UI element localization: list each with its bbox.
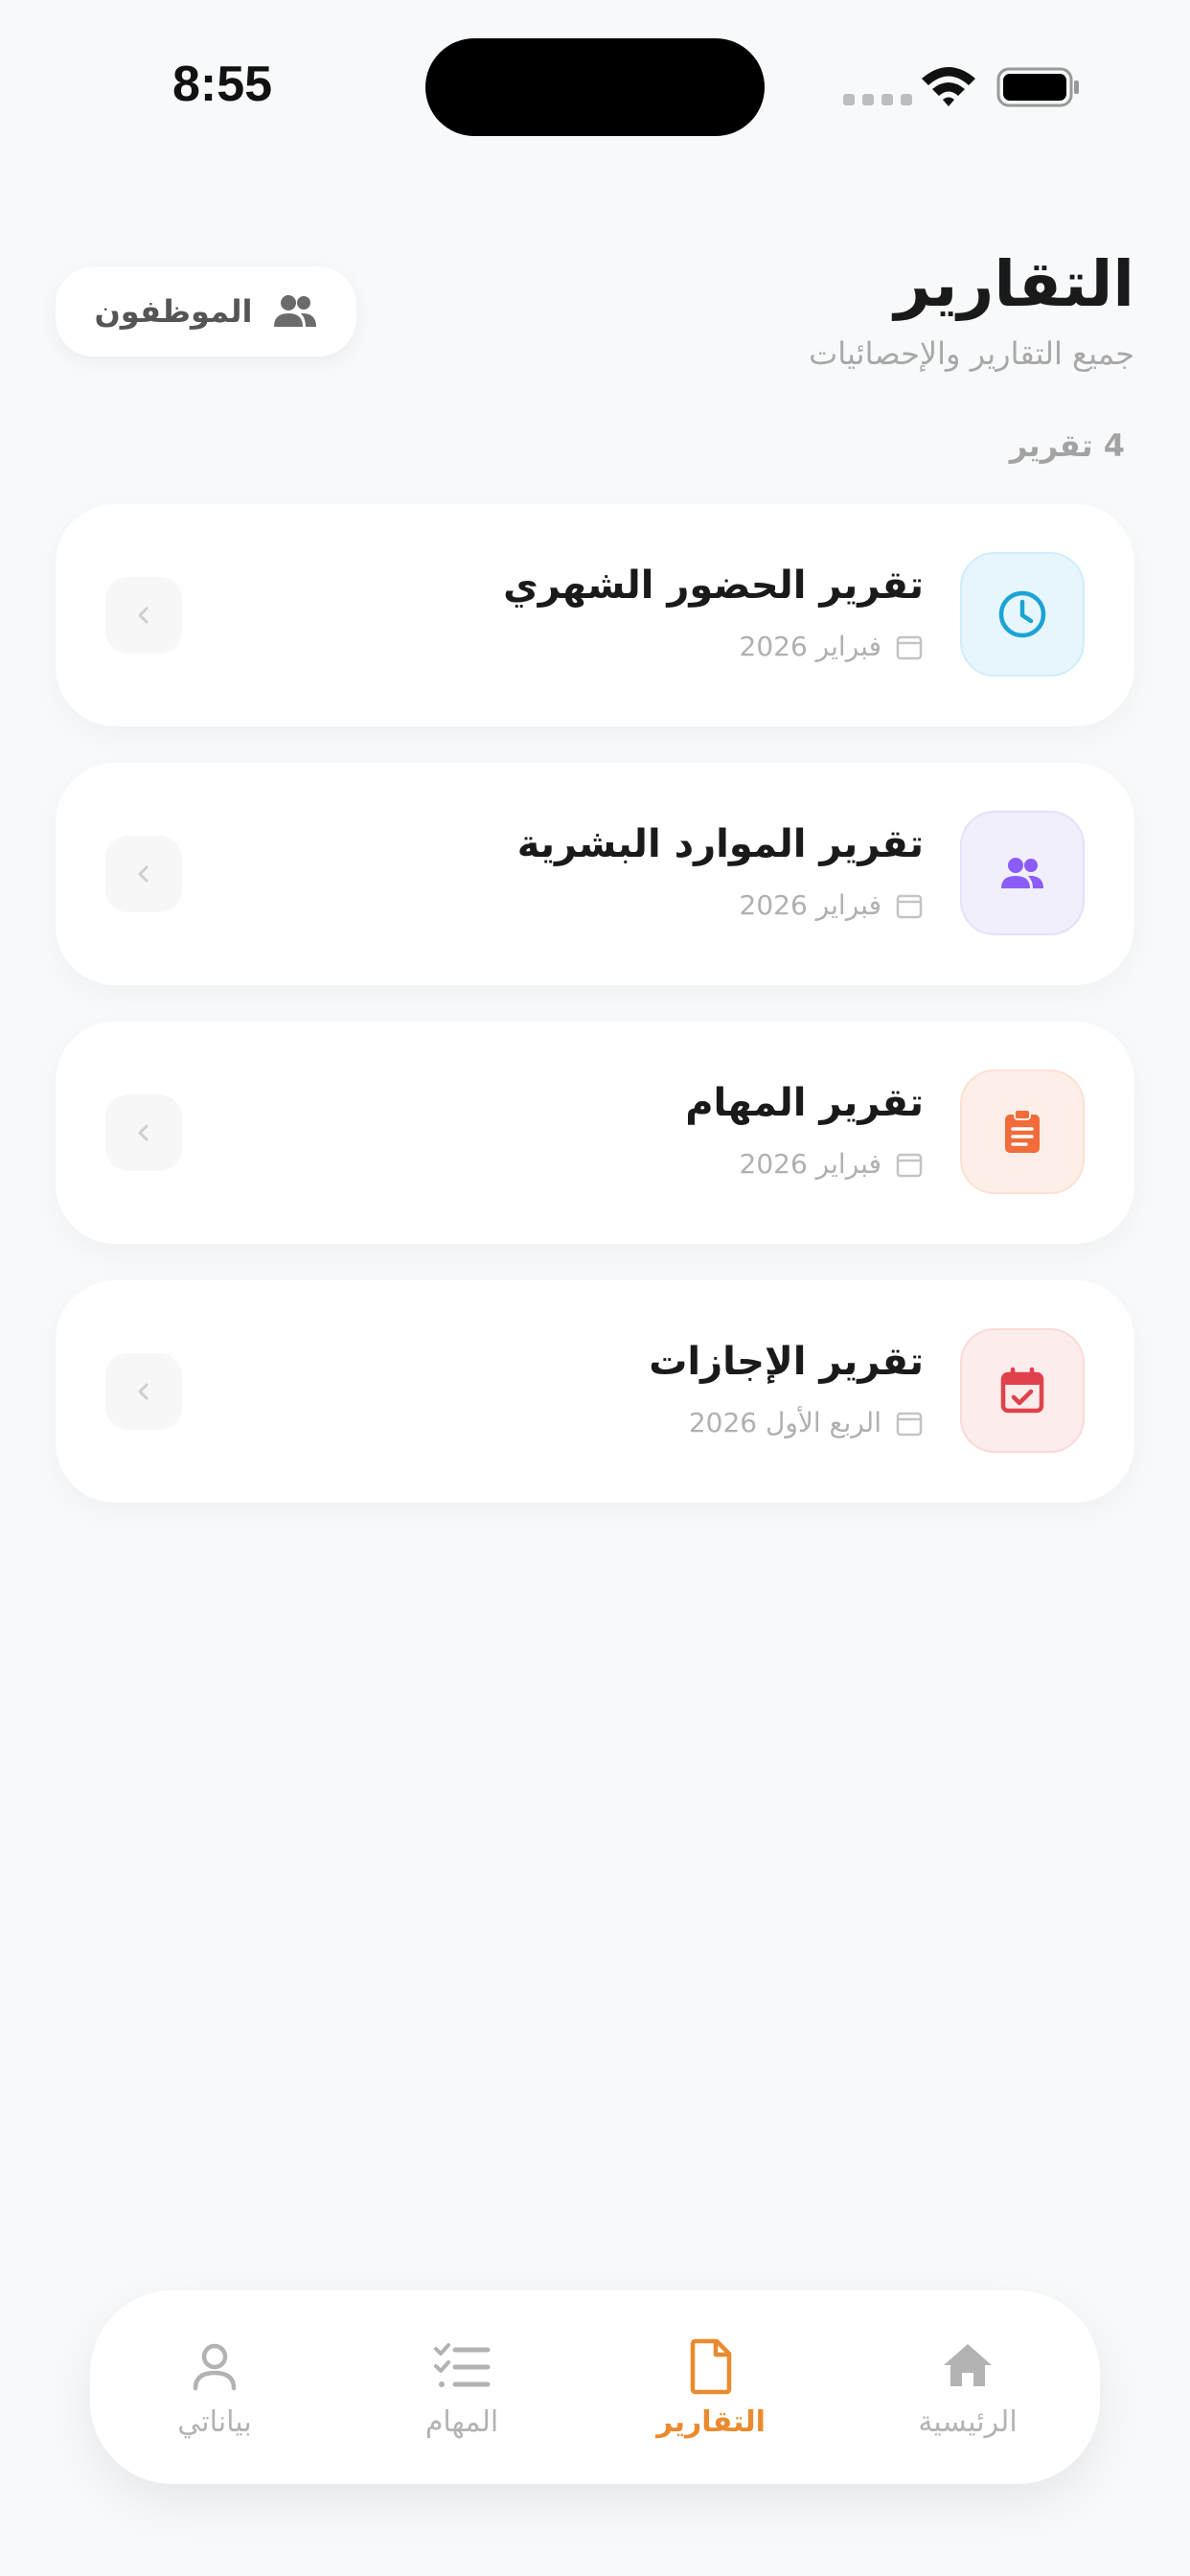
report-card-hr[interactable]: تقرير الموارد البشرية فبراير 2026 — [56, 763, 1134, 985]
open-report-button[interactable] — [105, 836, 182, 912]
calendar-icon — [896, 635, 923, 659]
chevron-left-icon — [138, 1124, 149, 1141]
wifi-icon — [922, 67, 975, 106]
open-report-button[interactable] — [105, 577, 182, 654]
document-icon — [690, 2338, 732, 2395]
open-report-button[interactable] — [105, 1094, 182, 1171]
tab-label: الرئيسية — [918, 2405, 1018, 2439]
report-title: تقرير الموارد البشرية — [516, 822, 924, 866]
tab-label: المهام — [424, 2405, 499, 2439]
report-icon-box — [960, 552, 1085, 677]
chevron-left-icon — [138, 607, 149, 624]
users-icon — [1001, 858, 1043, 888]
report-date-row: فبراير 2026 — [740, 1148, 924, 1180]
calendar-icon — [896, 1412, 923, 1436]
tab-tasks[interactable]: المهام — [366, 2336, 558, 2451]
home-icon — [944, 2344, 992, 2386]
user-icon — [193, 2343, 237, 2391]
report-date: الربع الأول 2026 — [688, 1407, 881, 1438]
status-time: 8:55 — [172, 57, 273, 112]
calendar-icon — [896, 894, 923, 918]
page-title: التقارير — [894, 247, 1134, 321]
bottom-tab-bar: الرئيسية التقارير المهام بياناتي — [90, 2290, 1100, 2484]
reports-count: 4 تقرير — [1009, 427, 1125, 464]
report-card-attendance[interactable]: تقرير الحضور الشهري فبراير 2026 — [56, 504, 1134, 726]
report-icon-box — [960, 1070, 1085, 1194]
report-date: فبراير 2026 — [739, 889, 881, 921]
page-subtitle: جميع التقارير والإحصائيات — [809, 335, 1134, 372]
tab-home[interactable]: الرئيسية — [872, 2336, 1064, 2451]
report-title: تقرير الحضور الشهري — [503, 564, 924, 608]
report-title: تقرير المهام — [685, 1081, 924, 1125]
report-icon-box — [960, 1328, 1085, 1453]
calendar-icon — [896, 1153, 923, 1177]
report-date: فبراير 2026 — [739, 1148, 881, 1180]
report-date-row: فبراير 2026 — [740, 631, 924, 662]
employees-button-label: الموظفون — [94, 293, 253, 330]
dynamic-island — [425, 38, 765, 136]
clipboard-icon — [1005, 1109, 1040, 1153]
tab-label: بياناتي — [177, 2405, 252, 2439]
battery-icon — [996, 67, 1079, 107]
employees-button[interactable]: الموظفون — [56, 266, 356, 356]
tab-label: التقارير — [656, 2405, 766, 2439]
tab-my-profile[interactable]: بياناتي — [119, 2336, 310, 2451]
report-date-row: الربع الأول 2026 — [689, 1407, 924, 1438]
report-title: تقرير الإجازات — [649, 1340, 924, 1384]
checklist-icon — [434, 2343, 491, 2387]
tab-reports[interactable]: التقارير — [615, 2336, 807, 2451]
open-report-button[interactable] — [105, 1353, 182, 1430]
cellular-signal-icon — [843, 94, 912, 105]
report-icon-box — [960, 811, 1085, 935]
report-card-leaves[interactable]: تقرير الإجازات الربع الأول 2026 — [56, 1280, 1134, 1503]
report-date-row: فبراير 2026 — [740, 889, 924, 921]
users-icon — [273, 295, 316, 327]
chevron-left-icon — [138, 1383, 149, 1400]
report-card-tasks[interactable]: تقرير المهام فبراير 2026 — [56, 1022, 1134, 1244]
report-date: فبراير 2026 — [739, 631, 881, 662]
calendar-check-icon — [1000, 1367, 1044, 1414]
chevron-left-icon — [138, 865, 149, 883]
clock-icon — [998, 590, 1046, 638]
